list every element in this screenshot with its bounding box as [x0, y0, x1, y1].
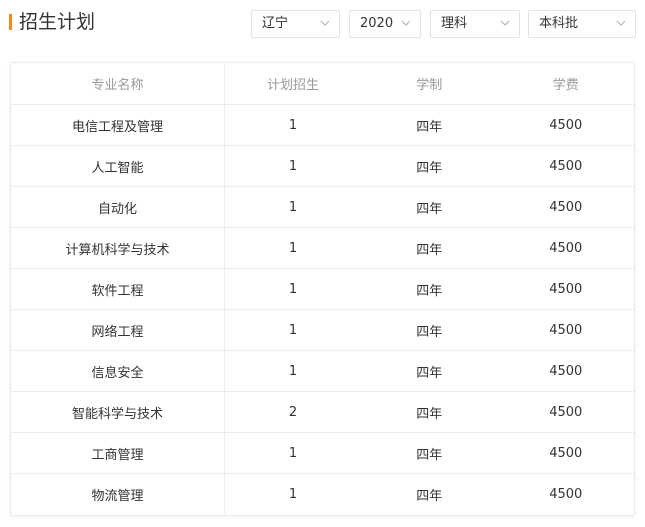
tuition-fee: 4500 [497, 145, 634, 187]
tuition-fee: 4500 [497, 186, 634, 228]
plan-count: 1 [224, 432, 361, 474]
column-header-tuition: 学费 [497, 63, 634, 105]
province-select[interactable]: 辽宁 [251, 10, 340, 38]
table-row: 人工智能 1 四年 4500 [11, 145, 634, 187]
study-duration: 四年 [361, 473, 498, 514]
batch-select[interactable]: 本科批 [528, 10, 636, 38]
major-name: 计算机科学与技术 [11, 227, 225, 269]
study-duration: 四年 [361, 145, 498, 187]
major-name: 工商管理 [11, 432, 225, 474]
study-duration: 四年 [361, 309, 498, 351]
plan-count: 1 [288, 117, 298, 133]
tuition-fee: 4500 [497, 350, 634, 392]
table-row: 网络工程 1 四年 4500 [11, 309, 634, 351]
major-name: 物流管理 [11, 473, 225, 514]
year-select-value: 2020 [360, 16, 394, 31]
chevron-down-icon [320, 20, 330, 26]
batch-select-value: 本科批 [539, 16, 579, 31]
plan-count: 1 [224, 473, 361, 514]
table-row: 物流管理 1 四年 4500 [11, 473, 634, 514]
plan-count: 1 [224, 268, 361, 310]
tuition-fee: 4500 [497, 432, 634, 474]
table-row: 工商管理 1 四年 4500 [11, 432, 634, 474]
table-row: 智能科学与技术 2 四年 4500 [11, 391, 634, 433]
plan-count: 2 [224, 391, 361, 433]
table-row: 计算机科学与技术 1 四年 4500 [11, 227, 634, 269]
study-duration: 四年 [361, 227, 498, 269]
tuition-fee: 4500 [497, 309, 634, 351]
chevron-down-icon [500, 20, 510, 26]
chevron-down-icon [616, 20, 626, 26]
table-row: 软件工程 1 四年 4500 [11, 268, 634, 310]
major-name: 电信工程及管理 [11, 104, 225, 146]
title-accent-bar [9, 14, 12, 30]
major-name: 人工智能 [11, 145, 225, 187]
tuition-fee: 4500 [549, 117, 583, 133]
major-name: 软件工程 [11, 268, 225, 310]
major-name: 网络工程 [11, 309, 225, 351]
enrollment-plan-table: 专业名称 计划招生 学制 学费 电信工程及管理 1 四年 4500 人工智能 1… [10, 62, 635, 516]
province-select-value: 辽宁 [262, 16, 289, 31]
table-row: 信息安全 1 四年 4500 [11, 350, 634, 392]
table-header-row: 专业名称 计划招生 学制 学费 [11, 63, 634, 105]
page-title: 招生计划 [19, 11, 96, 33]
study-duration: 四年 [361, 391, 498, 433]
year-select[interactable]: 2020 [349, 10, 421, 38]
study-duration: 四年 [361, 268, 498, 310]
plan-count: 1 [224, 145, 361, 187]
plan-count: 1 [224, 309, 361, 351]
major-name: 信息安全 [11, 350, 225, 392]
plan-count: 1 [224, 350, 361, 392]
plan-count: 1 [224, 227, 361, 269]
table-row: 自动化 1 四年 4500 [11, 186, 634, 228]
column-header-duration: 学制 [361, 63, 498, 105]
major-name: 智能科学与技术 [11, 391, 225, 433]
study-duration: 四年 [361, 350, 498, 392]
tuition-fee: 4500 [497, 473, 634, 514]
tuition-fee: 4500 [497, 227, 634, 269]
column-header-plan: 计划招生 [224, 63, 361, 105]
subject-select[interactable]: 理科 [430, 10, 520, 38]
tuition-fee: 4500 [497, 391, 634, 433]
chevron-down-icon [401, 20, 411, 26]
plan-table: 专业名称 计划招生 学制 学费 电信工程及管理 1 四年 4500 人工智能 1… [11, 63, 634, 514]
study-duration: 四年 [361, 432, 498, 474]
tuition-fee: 4500 [497, 268, 634, 310]
study-duration: 四年 [416, 119, 443, 135]
plan-count: 1 [224, 186, 361, 228]
subject-select-value: 理科 [441, 16, 468, 31]
table-row: 电信工程及管理 1 四年 4500 [11, 104, 634, 146]
study-duration: 四年 [361, 186, 498, 228]
page-header: 招生计划 辽宁 2020 理科 本科批 [0, 0, 645, 46]
major-name: 自动化 [11, 186, 225, 228]
column-header-major: 专业名称 [11, 63, 225, 105]
